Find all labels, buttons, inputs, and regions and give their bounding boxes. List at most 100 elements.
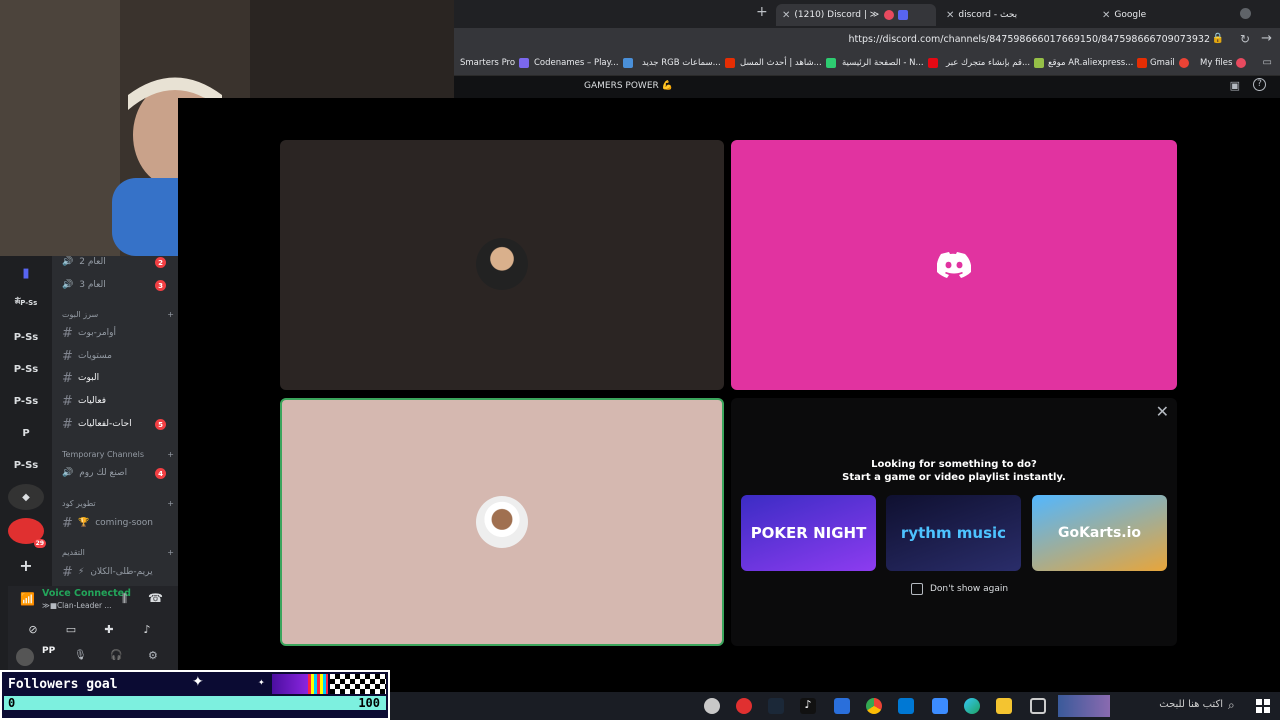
bookmark-gmail[interactable]: Gmail bbox=[1150, 58, 1189, 68]
taskbar-search[interactable]: اكتب هنا للبحث bbox=[1050, 696, 1245, 716]
server-pss-2[interactable]: P-Ss bbox=[8, 356, 44, 382]
trophy-icon: 🏆 bbox=[78, 518, 90, 528]
text-channel[interactable]: # فعاليات bbox=[62, 392, 174, 410]
channel-label: البوت bbox=[78, 373, 100, 383]
notification-badge: 29 bbox=[33, 539, 46, 548]
activity-card-rythm[interactable]: rythm music bbox=[886, 495, 1021, 571]
chrome-icon[interactable] bbox=[866, 698, 882, 714]
server-diamond-icon[interactable]: ◆ bbox=[8, 484, 44, 510]
close-icon[interactable]: ✕ bbox=[1156, 402, 1169, 421]
bookmark-label: Gmail bbox=[1150, 58, 1175, 68]
bookmark-label: شاهد | أحدث المسل... bbox=[740, 58, 822, 68]
text-channel[interactable]: # 🏆 coming-soon bbox=[62, 514, 174, 532]
add-channel-icon[interactable]: + bbox=[167, 548, 174, 557]
server-red[interactable]: 29 bbox=[8, 518, 46, 548]
bookmark-aliexpress[interactable]: موقع AR.aliexpress... bbox=[1048, 58, 1148, 68]
obs-icon[interactable] bbox=[736, 698, 752, 714]
bookmark-netflix[interactable]: الصفحة الرئيسية - N... bbox=[842, 58, 938, 68]
media-player-icon[interactable] bbox=[834, 698, 850, 714]
tab-google[interactable]: ✕ Google bbox=[1096, 4, 1246, 26]
speaker-icon: 🔊 bbox=[62, 468, 74, 478]
bookmark-codenames[interactable]: Codenames – Play... bbox=[534, 58, 633, 68]
address-bar[interactable]: https://discord.com/channels/84759866601… bbox=[454, 28, 1280, 52]
category-label: تطوير كود bbox=[62, 499, 96, 508]
tab-search[interactable]: ✕ discord - بحث bbox=[940, 4, 1090, 26]
category-temporary[interactable]: Temporary Channels + bbox=[62, 450, 174, 459]
server-pss-4[interactable]: P-Ss bbox=[8, 452, 44, 478]
participant-avatar bbox=[476, 496, 528, 548]
outlook-icon[interactable] bbox=[898, 698, 914, 714]
close-tab-icon[interactable]: ✕ bbox=[946, 10, 954, 21]
steam-icon[interactable] bbox=[768, 698, 784, 714]
participant-tile-1[interactable] bbox=[280, 140, 724, 390]
settings-gear-icon[interactable]: ⚙ bbox=[148, 649, 158, 662]
activities-icon[interactable]: ✚ bbox=[98, 620, 120, 638]
channel-label: يريم-طلى-الكلان bbox=[90, 567, 153, 577]
participant-avatar bbox=[476, 238, 528, 290]
noise-suppression-icon[interactable]: ⫼ bbox=[122, 592, 127, 606]
text-channel[interactable]: # مستويات bbox=[62, 347, 174, 365]
bookmark-shopify[interactable]: قم بإنشاء متجرك عبر... bbox=[946, 58, 1045, 68]
server-pss-1[interactable]: P-Ss bbox=[8, 324, 44, 350]
add-channel-icon[interactable]: + bbox=[167, 310, 174, 319]
close-tab-icon[interactable]: ✕ bbox=[1102, 10, 1110, 21]
server-pss-3[interactable]: P-Ss bbox=[8, 388, 44, 414]
voice-channel-name[interactable]: ≫■Clan-Leader ... bbox=[42, 601, 112, 610]
file-explorer-icon[interactable] bbox=[996, 698, 1012, 714]
add-channel-icon[interactable]: + bbox=[167, 499, 174, 508]
voice-status[interactable]: Voice Connected bbox=[42, 588, 131, 599]
search-icon[interactable]: ⌕ bbox=[1228, 698, 1235, 713]
bookmark-shahid[interactable]: شاهد | أحدث المسل... bbox=[740, 58, 836, 68]
server-p[interactable]: P bbox=[8, 420, 44, 446]
hash-icon: # bbox=[62, 416, 73, 432]
category-bot[interactable]: سرز البوت + bbox=[62, 310, 174, 319]
forward-arrow-icon[interactable]: → bbox=[1261, 31, 1272, 46]
channel-list: 🔊 العام 2 2 🔊 العام 3 3 سرز البوت + # أوامر-… bbox=[52, 256, 178, 586]
profile-icon[interactable] bbox=[1240, 8, 1251, 19]
activity-card-gokarts[interactable]: GoKarts.io bbox=[1032, 495, 1167, 571]
edge-icon[interactable] bbox=[964, 698, 980, 714]
server-top[interactable]: ༀP-Ss bbox=[8, 292, 44, 318]
help-icon[interactable]: ? bbox=[1253, 78, 1266, 91]
add-server-button[interactable]: + bbox=[8, 552, 44, 578]
bookmark-myfiles[interactable]: My files bbox=[1200, 58, 1247, 68]
bookmark-rgb[interactable]: جديد RGB سماعات... bbox=[642, 58, 735, 68]
text-channel[interactable]: # أوامر-بوت bbox=[62, 324, 174, 342]
screen-share-icon[interactable]: ▭ bbox=[60, 620, 82, 638]
new-tab-button[interactable]: + bbox=[756, 4, 768, 20]
signal-icon[interactable]: 📶 bbox=[20, 592, 35, 606]
discord-logo-icon bbox=[937, 252, 971, 278]
discord-favicon-icon bbox=[898, 10, 909, 20]
disconnect-icon[interactable]: ☎ bbox=[148, 591, 163, 605]
home-icon[interactable]: ▮ bbox=[8, 260, 44, 286]
dont-show-checkbox[interactable] bbox=[911, 583, 923, 595]
reload-icon[interactable]: ↻ bbox=[1240, 32, 1250, 46]
category-last[interactable]: التقديم + bbox=[62, 548, 174, 557]
microphone-icon[interactable]: 🎙 bbox=[74, 650, 87, 661]
task-view-icon[interactable] bbox=[1030, 698, 1046, 714]
url-text[interactable]: https://discord.com/channels/84759866601… bbox=[848, 34, 1210, 45]
headphones-icon[interactable]: 🎧 bbox=[110, 650, 122, 661]
close-tab-icon[interactable]: ✕ bbox=[782, 10, 790, 21]
taskbar: ♪ اكتب هنا للبحث ⌕ bbox=[390, 692, 1280, 720]
participant-tile-3[interactable] bbox=[280, 398, 724, 646]
channel-label: العام 2 bbox=[79, 257, 106, 267]
activity-card-poker[interactable]: POKER NIGHT bbox=[741, 495, 876, 571]
inbox-icon[interactable]: ▣ bbox=[1230, 79, 1240, 92]
app-icon[interactable] bbox=[704, 698, 720, 714]
bookmarks-menu-icon[interactable]: ▭ bbox=[1263, 57, 1272, 68]
store-icon[interactable] bbox=[932, 698, 948, 714]
avatar[interactable] bbox=[16, 648, 34, 666]
video-off-icon[interactable]: ⊘ bbox=[22, 620, 44, 638]
text-channel[interactable]: # ⚡ يريم-طلى-الكلان bbox=[62, 563, 174, 581]
text-channel[interactable]: # البوت bbox=[62, 369, 174, 387]
tab-discord[interactable]: ✕ (1210) Discord | ≫■Clan-Lea bbox=[776, 4, 936, 26]
tiktok-icon[interactable]: ♪ bbox=[800, 698, 816, 714]
add-channel-icon[interactable]: + bbox=[167, 450, 174, 459]
participant-tile-2[interactable] bbox=[731, 140, 1177, 390]
bookmark-smarters[interactable]: Smarters Pro bbox=[460, 58, 530, 68]
dont-show-again[interactable]: Don't show again bbox=[911, 583, 1008, 595]
category-dev[interactable]: تطوير كود + bbox=[62, 499, 174, 508]
soundboard-icon[interactable]: ♪ bbox=[136, 620, 158, 638]
windows-start-icon[interactable] bbox=[1256, 699, 1270, 713]
